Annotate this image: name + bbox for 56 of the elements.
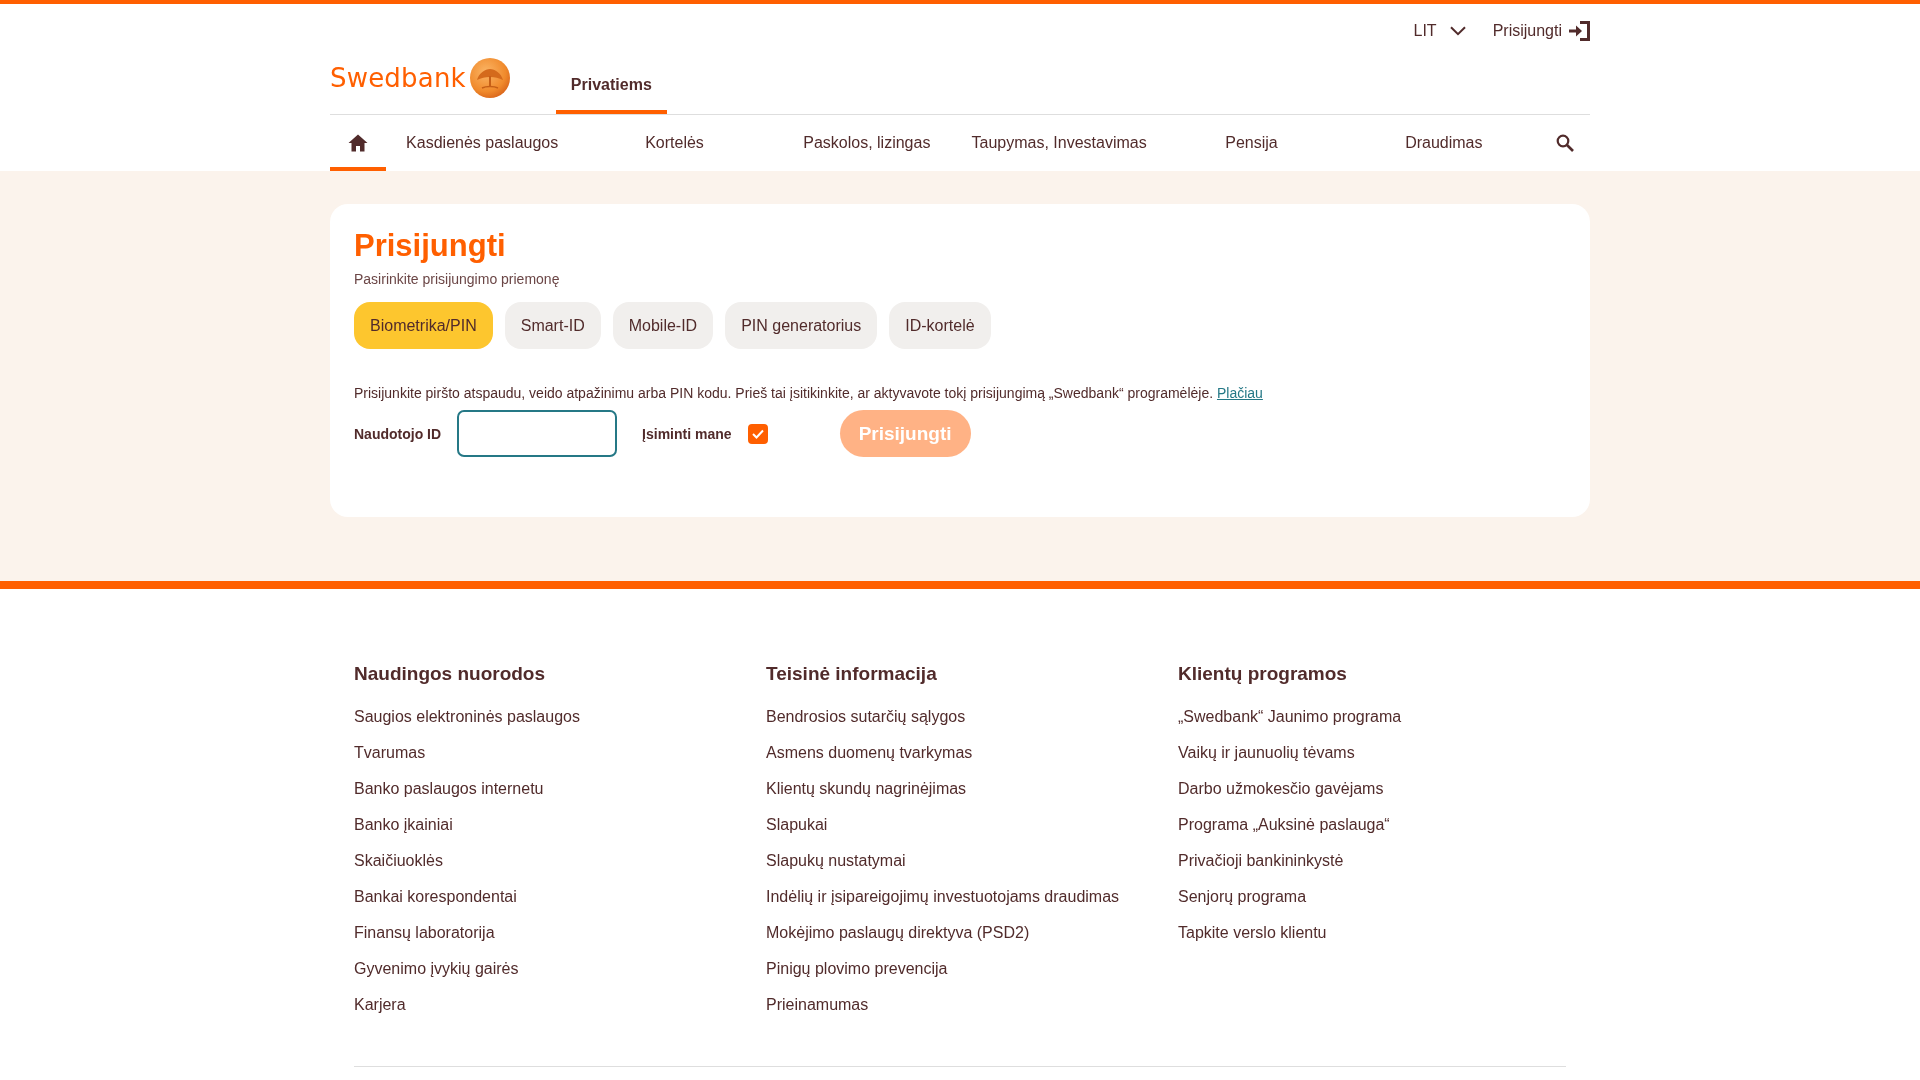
footer-heading: Klientų programos [1178,662,1348,686]
nav-link[interactable]: Paskolos, lizingas [770,115,963,171]
footer-link[interactable]: Finansų laboratorija [354,924,495,941]
more-info-link[interactable]: Plačiau [1216,385,1263,401]
user-id-input[interactable] [457,410,618,457]
footer-link[interactable]: Mokėjimo paslaugų direktyva (PSD2) [766,924,1030,941]
footer-link[interactable]: Senjorų programa [1178,888,1307,905]
footer-link[interactable]: Bankai korespondentai [354,888,517,905]
footer-link[interactable]: Slapukai [766,816,828,833]
footer-heading: Teisinė informacija [766,662,938,686]
footer-link[interactable]: Karjera [354,996,406,1013]
segment-tab[interactable]: Privatiems [555,65,667,114]
footer-link[interactable]: Slapukų nustatymai [766,852,906,869]
login-icon [1568,21,1590,41]
footer-link[interactable]: Gyvenimo įvykių gairės [354,960,519,977]
footer-link[interactable]: Darbo užmokesčio gavėjams [1178,780,1384,797]
footer-link[interactable]: Saugios elektroninės paslaugos [354,708,580,725]
footer-link[interactable]: Pinigų plovimo prevencija [766,960,948,977]
chevron-down-icon [1449,26,1466,36]
user-id-label: Naudotojo ID [354,425,442,442]
footer-link[interactable]: Indėlių ir įsipareigojimų investuotojams draudimas [766,888,1120,905]
footer-heading: Naudingos nuorodos [354,662,547,686]
footer-link[interactable]: Vaikų ir jaunuolių tėvams [1178,744,1355,761]
login-method-tab[interactable]: Smart-ID [504,302,601,349]
home-icon [348,134,368,152]
remember-me-checkbox[interactable] [747,423,768,444]
checkmark-icon [751,428,764,439]
footer-link[interactable]: Tapkite verslo klientu [1178,924,1327,941]
search-icon [1555,134,1574,152]
footer-link[interactable]: Banko paslaugos internetu [354,780,544,797]
nav-link[interactable]: Kasdienės paslaugos [386,115,579,171]
language-selector[interactable]: LIT [1413,22,1466,40]
login-title: Prisijungti [354,227,507,265]
login-method-tab[interactable]: PIN generatorius [725,302,878,349]
nav-link[interactable]: Pensija [1155,115,1348,171]
footer-link[interactable]: Privačioji bankininkystė [1178,852,1344,869]
nav-link[interactable]: Kortelės [578,115,771,171]
login-method-tab[interactable]: Biometrika/PIN [354,302,493,349]
login-description: Prisijunkite piršto atspaudu, veido atpažinimu arba PIN kodu. Prieš tai įsitikinkite, ar aktyvavote tokį prisijungimą „Swedbank“ programėlėje. Plačiau [354,384,1264,403]
footer-link[interactable]: Programa „Auksinė paslauga“ [1178,816,1390,833]
login-method-tab[interactable]: Mobile-ID [612,302,714,349]
footer-link[interactable]: Tvarumas [354,744,426,761]
footer-link[interactable]: Skaičiuoklės [354,852,443,869]
nav-link[interactable]: Taupymas, Investavimas [963,115,1156,171]
login-subtitle: Pasirinkite prisijungimo priemonę [354,270,561,288]
footer-link[interactable]: Bendrosios sutarčių sąlygos [766,708,966,725]
footer-link[interactable]: Banko įkainiai [354,816,453,833]
login-link[interactable]: Prisijungti [1492,21,1590,41]
footer-link[interactable]: „Swedbank“ Jaunimo programa [1178,708,1402,725]
footer-link[interactable]: Asmens duomenų tvarkymas [766,744,973,761]
login-method-tab[interactable]: ID-kortelė [889,302,991,349]
remember-me-label: Įsiminti mane [642,425,732,442]
nav-link[interactable]: Draudimas [1347,115,1540,171]
footer-link[interactable]: Klientų skundų nagrinėjimas [766,780,967,797]
footer-link[interactable]: Prieinamumas [766,996,869,1013]
logo-emblem-icon [469,58,510,98]
